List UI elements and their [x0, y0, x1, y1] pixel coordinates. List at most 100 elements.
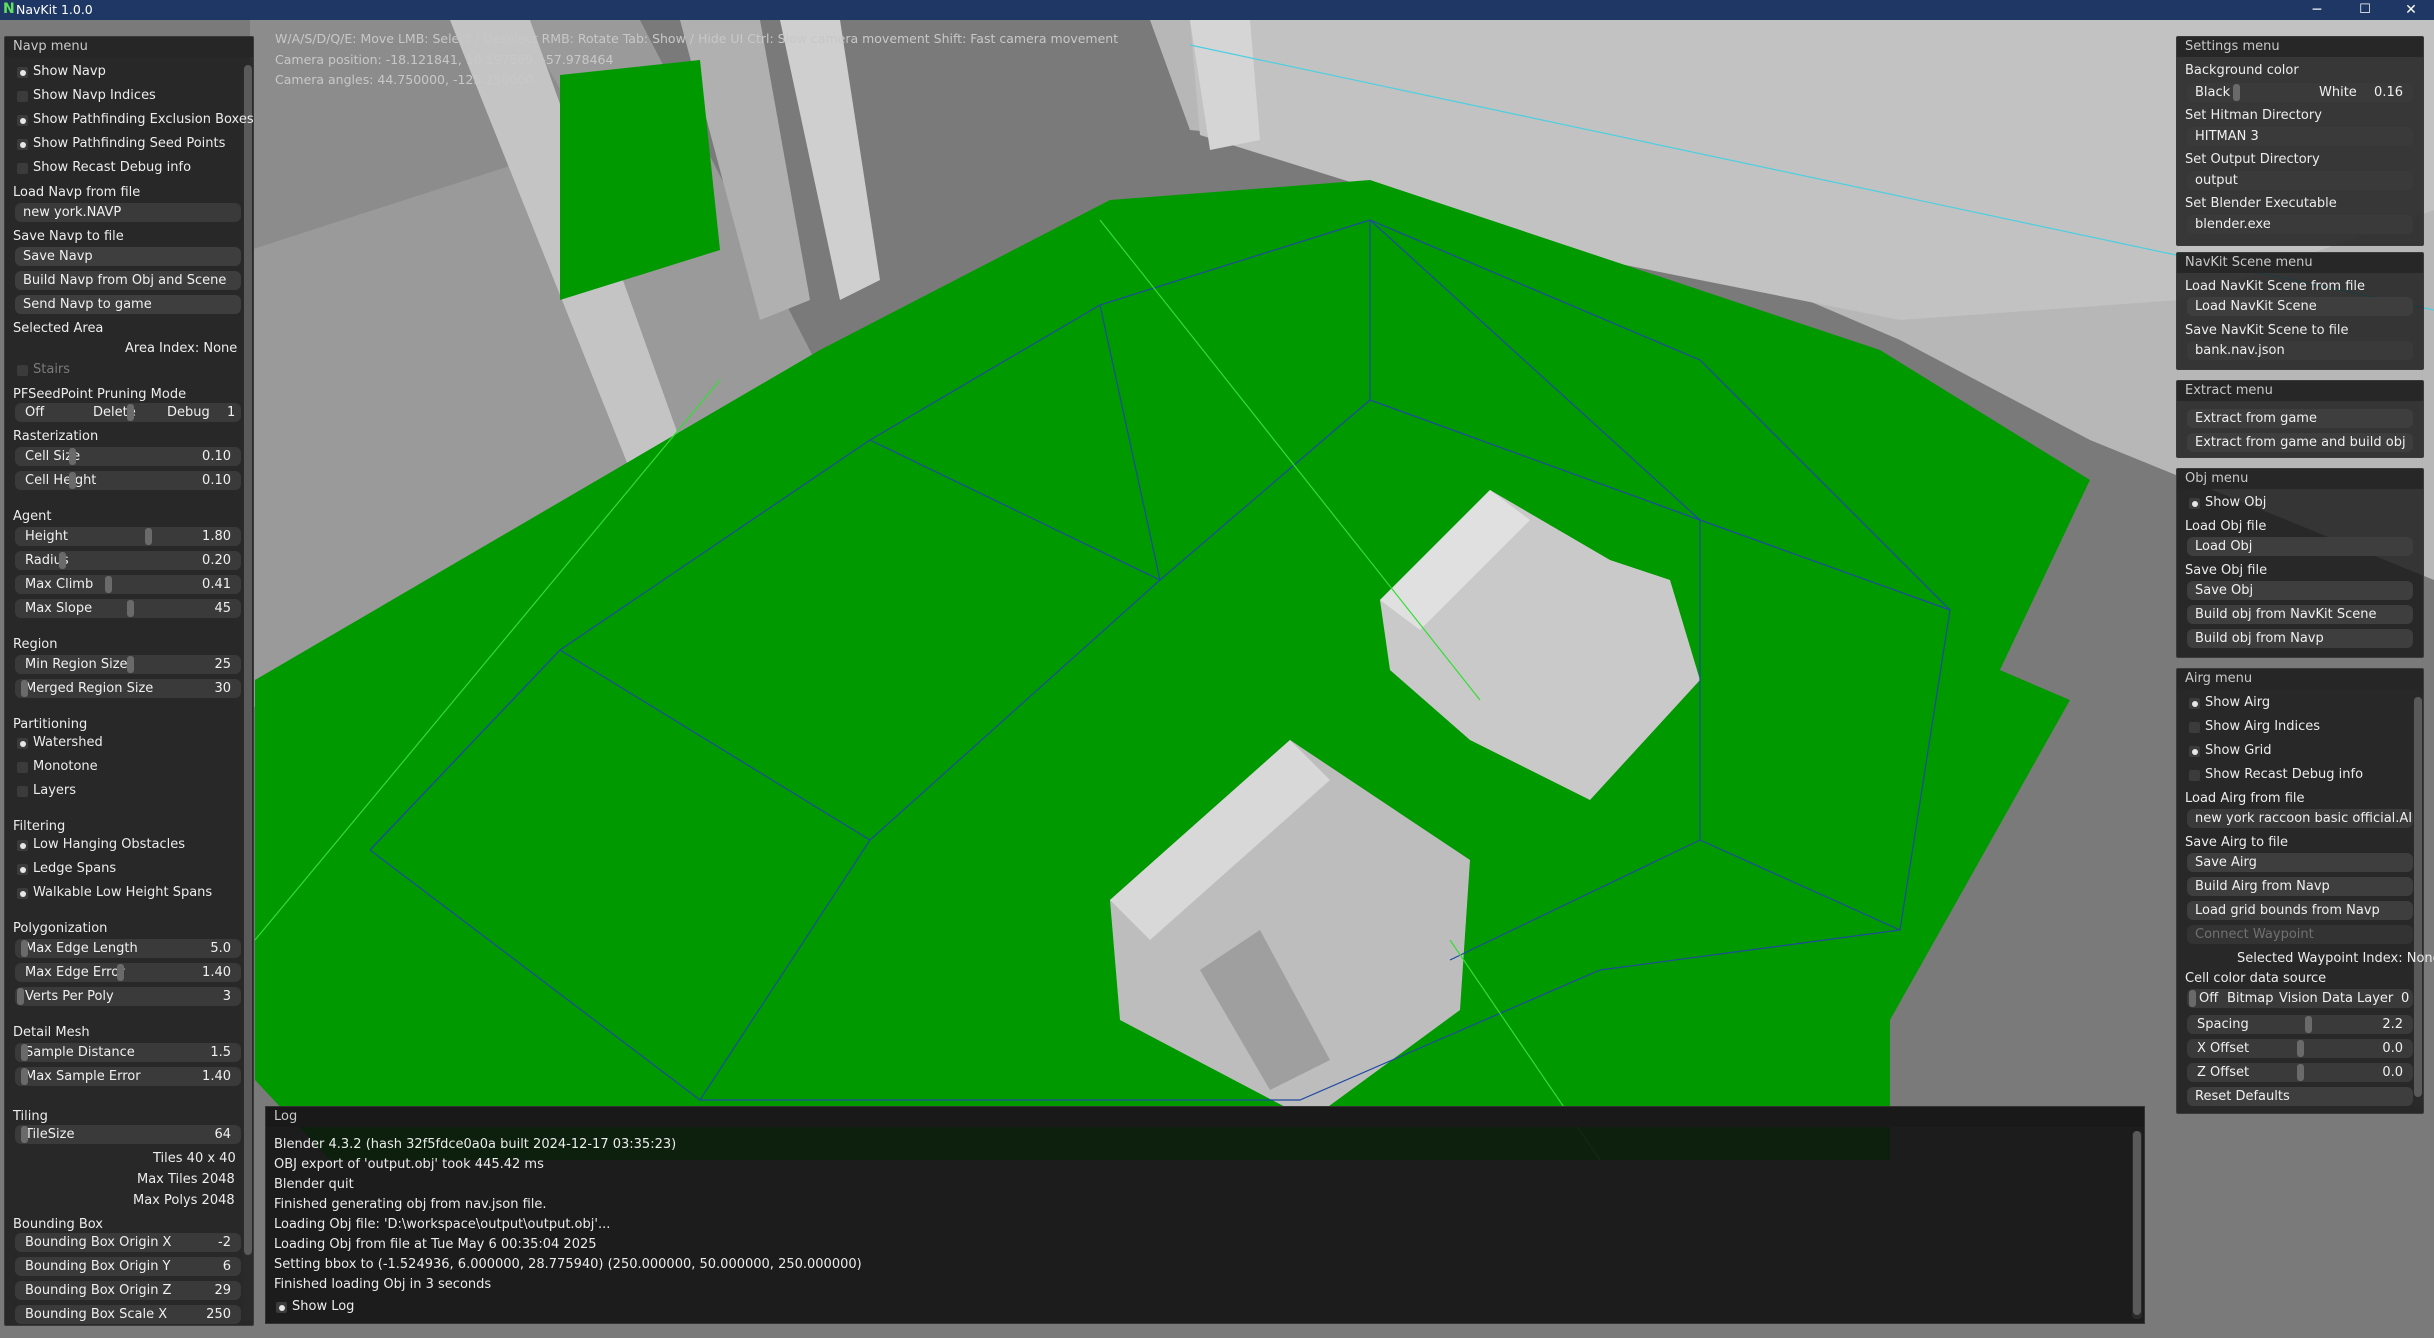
- show-airg-recast-debug-checkbox[interactable]: Show Recast Debug info: [2187, 765, 2363, 785]
- max-climb-slider[interactable]: Max Climb 0.41: [15, 575, 241, 594]
- log-scrollbar[interactable]: [2132, 1131, 2142, 1319]
- load-navp-label: Load Navp from file: [13, 185, 141, 200]
- bbox-origin-x-value: -2: [218, 1235, 231, 1250]
- stairs-checkbox[interactable]: Stairs: [15, 360, 70, 380]
- log-line: OBJ export of 'output.obj' took 445.42 m…: [274, 1157, 544, 1172]
- save-navp-label: Save Navp to file: [13, 229, 124, 244]
- build-obj-from-scene-button[interactable]: Build obj from NavKit Scene: [2187, 605, 2413, 624]
- extract-and-build-obj-button[interactable]: Extract from game and build obj: [2187, 433, 2413, 452]
- pf-pruning-mode-slider[interactable]: Off Delete Debug 1: [15, 403, 241, 422]
- blender-executable-label: Set Blender Executable: [2185, 196, 2337, 211]
- load-grid-bounds-button[interactable]: Load grid bounds from Navp: [2187, 901, 2413, 920]
- max-edge-length-label: Max Edge Length: [25, 941, 138, 956]
- save-airg-button[interactable]: Save Airg: [2187, 853, 2413, 872]
- bbox-origin-x-slider[interactable]: Bounding Box Origin X -2: [15, 1233, 241, 1252]
- show-airg-checkbox[interactable]: Show Airg: [2187, 693, 2270, 713]
- show-seed-points-checkbox[interactable]: Show Pathfinding Seed Points: [15, 134, 225, 154]
- show-navp-indices-checkbox[interactable]: Show Navp Indices: [15, 86, 156, 106]
- low-hanging-checkbox[interactable]: Low Hanging Obstacles: [15, 835, 185, 855]
- log-line: Loading Obj file: 'D:\workspace\output\o…: [274, 1217, 611, 1232]
- navp-scrollbar[interactable]: [243, 65, 253, 1321]
- z-offset-slider[interactable]: Z Offset 0.0: [2187, 1063, 2413, 1082]
- agent-height-slider[interactable]: Height 1.80: [15, 527, 241, 546]
- ledge-spans-checkbox[interactable]: Ledge Spans: [15, 859, 116, 879]
- show-obj-checkbox[interactable]: Show Obj: [2187, 493, 2266, 513]
- ds-vision-label: Vision Data: [2279, 991, 2353, 1006]
- detail-mesh-label: Detail Mesh: [13, 1025, 90, 1040]
- save-navp-button[interactable]: Save Navp: [15, 247, 241, 266]
- bbox-origin-z-slider[interactable]: Bounding Box Origin Z 29: [15, 1281, 241, 1300]
- show-exclusion-boxes-checkbox[interactable]: Show Pathfinding Exclusion Boxes: [15, 110, 254, 130]
- sample-distance-slider[interactable]: Sample Distance 1.5: [15, 1043, 241, 1062]
- x-offset-slider[interactable]: X Offset 0.0: [2187, 1039, 2413, 1058]
- load-navp-input[interactable]: new york.NAVP: [15, 203, 241, 222]
- show-airg-indices-checkbox[interactable]: Show Airg Indices: [2187, 717, 2320, 737]
- verts-per-poly-slider[interactable]: Verts Per Poly 3: [15, 987, 241, 1006]
- show-navp-checkbox[interactable]: Show Navp: [15, 62, 106, 82]
- show-log-checkbox[interactable]: Show Log: [274, 1297, 354, 1317]
- max-slope-value: 45: [214, 601, 231, 616]
- extract-from-game-button[interactable]: Extract from game: [2187, 409, 2413, 428]
- build-airg-button[interactable]: Build Airg from Navp: [2187, 877, 2413, 896]
- cell-color-source-slider[interactable]: Off Bitmap Vision Data Layer 0: [2187, 989, 2413, 1008]
- connect-waypoint-button[interactable]: Connect Waypoint: [2187, 925, 2413, 944]
- load-scene-button[interactable]: Load NavKit Scene: [2187, 297, 2413, 316]
- min-region-label: Min Region Size: [25, 657, 128, 672]
- polygonization-label: Polygonization: [13, 921, 108, 936]
- show-recast-debug-checkbox[interactable]: Show Recast Debug info: [15, 158, 191, 178]
- max-tiles-text: Max Tiles 2048: [137, 1172, 235, 1187]
- cell-height-value: 0.10: [202, 473, 231, 488]
- window-titlebar: N NavKit 1.0.0 ─ ☐ ✕: [0, 0, 2434, 20]
- hitman-directory-input[interactable]: HITMAN 3: [2187, 127, 2413, 146]
- blender-executable-input[interactable]: blender.exe: [2187, 215, 2413, 234]
- navp-menu-panel: Navp menu Show Navp Show Navp Indices Sh…: [4, 36, 254, 1326]
- build-navp-button[interactable]: Build Navp from Obj and Scene: [15, 271, 241, 290]
- send-navp-button[interactable]: Send Navp to game: [15, 295, 241, 314]
- minimize-button[interactable]: ─: [2294, 0, 2340, 20]
- airg-scrollbar[interactable]: [2413, 697, 2423, 1109]
- bbox-scale-x-slider[interactable]: Bounding Box Scale X 250: [15, 1305, 241, 1324]
- max-edge-length-slider[interactable]: Max Edge Length 5.0: [15, 939, 241, 958]
- log-panel: Log Blender 4.3.2 (hash 32f5fdce0a0a bui…: [265, 1106, 2145, 1324]
- log-line: Blender 4.3.2 (hash 32f5fdce0a0a built 2…: [274, 1137, 677, 1152]
- rasterization-label: Rasterization: [13, 429, 99, 444]
- save-scene-input[interactable]: bank.nav.json: [2187, 341, 2413, 360]
- load-obj-button[interactable]: Load Obj: [2187, 537, 2413, 556]
- build-obj-from-navp-button[interactable]: Build obj from Navp: [2187, 629, 2413, 648]
- bbox-origin-y-slider[interactable]: Bounding Box Origin Y 6: [15, 1257, 241, 1276]
- tile-size-slider[interactable]: TileSize 64: [15, 1125, 241, 1144]
- load-scene-label: Load NavKit Scene from file: [2185, 279, 2366, 294]
- background-color-label: Background color: [2185, 63, 2299, 78]
- pf-off-label: Off: [25, 405, 45, 420]
- background-color-slider[interactable]: Black White 0.16: [2187, 83, 2413, 102]
- app-logo-icon: N: [3, 1, 15, 17]
- max-sample-error-slider[interactable]: Max Sample Error 1.40: [15, 1067, 241, 1086]
- min-region-size-slider[interactable]: Min Region Size 25: [15, 655, 241, 674]
- close-button[interactable]: ✕: [2388, 0, 2434, 20]
- agent-height-label: Height: [25, 529, 68, 544]
- sample-distance-value: 1.5: [210, 1045, 231, 1060]
- ds-layer-label: Layer: [2357, 991, 2394, 1006]
- load-airg-input[interactable]: new york raccoon basic official.AIRG: [2187, 809, 2413, 828]
- cell-height-slider[interactable]: Cell Height 0.10: [15, 471, 241, 490]
- maximize-button[interactable]: ☐: [2342, 0, 2388, 20]
- partitioning-label: Partitioning: [13, 717, 88, 732]
- hud-camera-angles: Camera angles: 44.750000, -125.250000: [275, 72, 534, 87]
- walkable-low-height-checkbox[interactable]: Walkable Low Height Spans: [15, 883, 212, 903]
- max-edge-error-slider[interactable]: Max Edge Error 1.40: [15, 963, 241, 982]
- max-slope-slider[interactable]: Max Slope 45: [15, 599, 241, 618]
- spacing-slider[interactable]: Spacing 2.2: [2187, 1015, 2413, 1034]
- monotone-radio[interactable]: Monotone: [15, 757, 98, 777]
- cell-color-source-label: Cell color data source: [2185, 971, 2327, 986]
- pf-value: 1: [227, 405, 236, 420]
- merged-region-size-slider[interactable]: Merged Region Size 30: [15, 679, 241, 698]
- watershed-radio[interactable]: Watershed: [15, 733, 103, 753]
- cell-size-slider[interactable]: Cell Size 0.10: [15, 447, 241, 466]
- show-grid-checkbox[interactable]: Show Grid: [2187, 741, 2272, 761]
- reset-defaults-button[interactable]: Reset Defaults: [2187, 1087, 2413, 1106]
- settings-menu-title: Settings menu: [2177, 37, 2423, 57]
- save-obj-button[interactable]: Save Obj: [2187, 581, 2413, 600]
- agent-radius-slider[interactable]: Radius 0.20: [15, 551, 241, 570]
- layers-radio[interactable]: Layers: [15, 781, 76, 801]
- output-directory-input[interactable]: output: [2187, 171, 2413, 190]
